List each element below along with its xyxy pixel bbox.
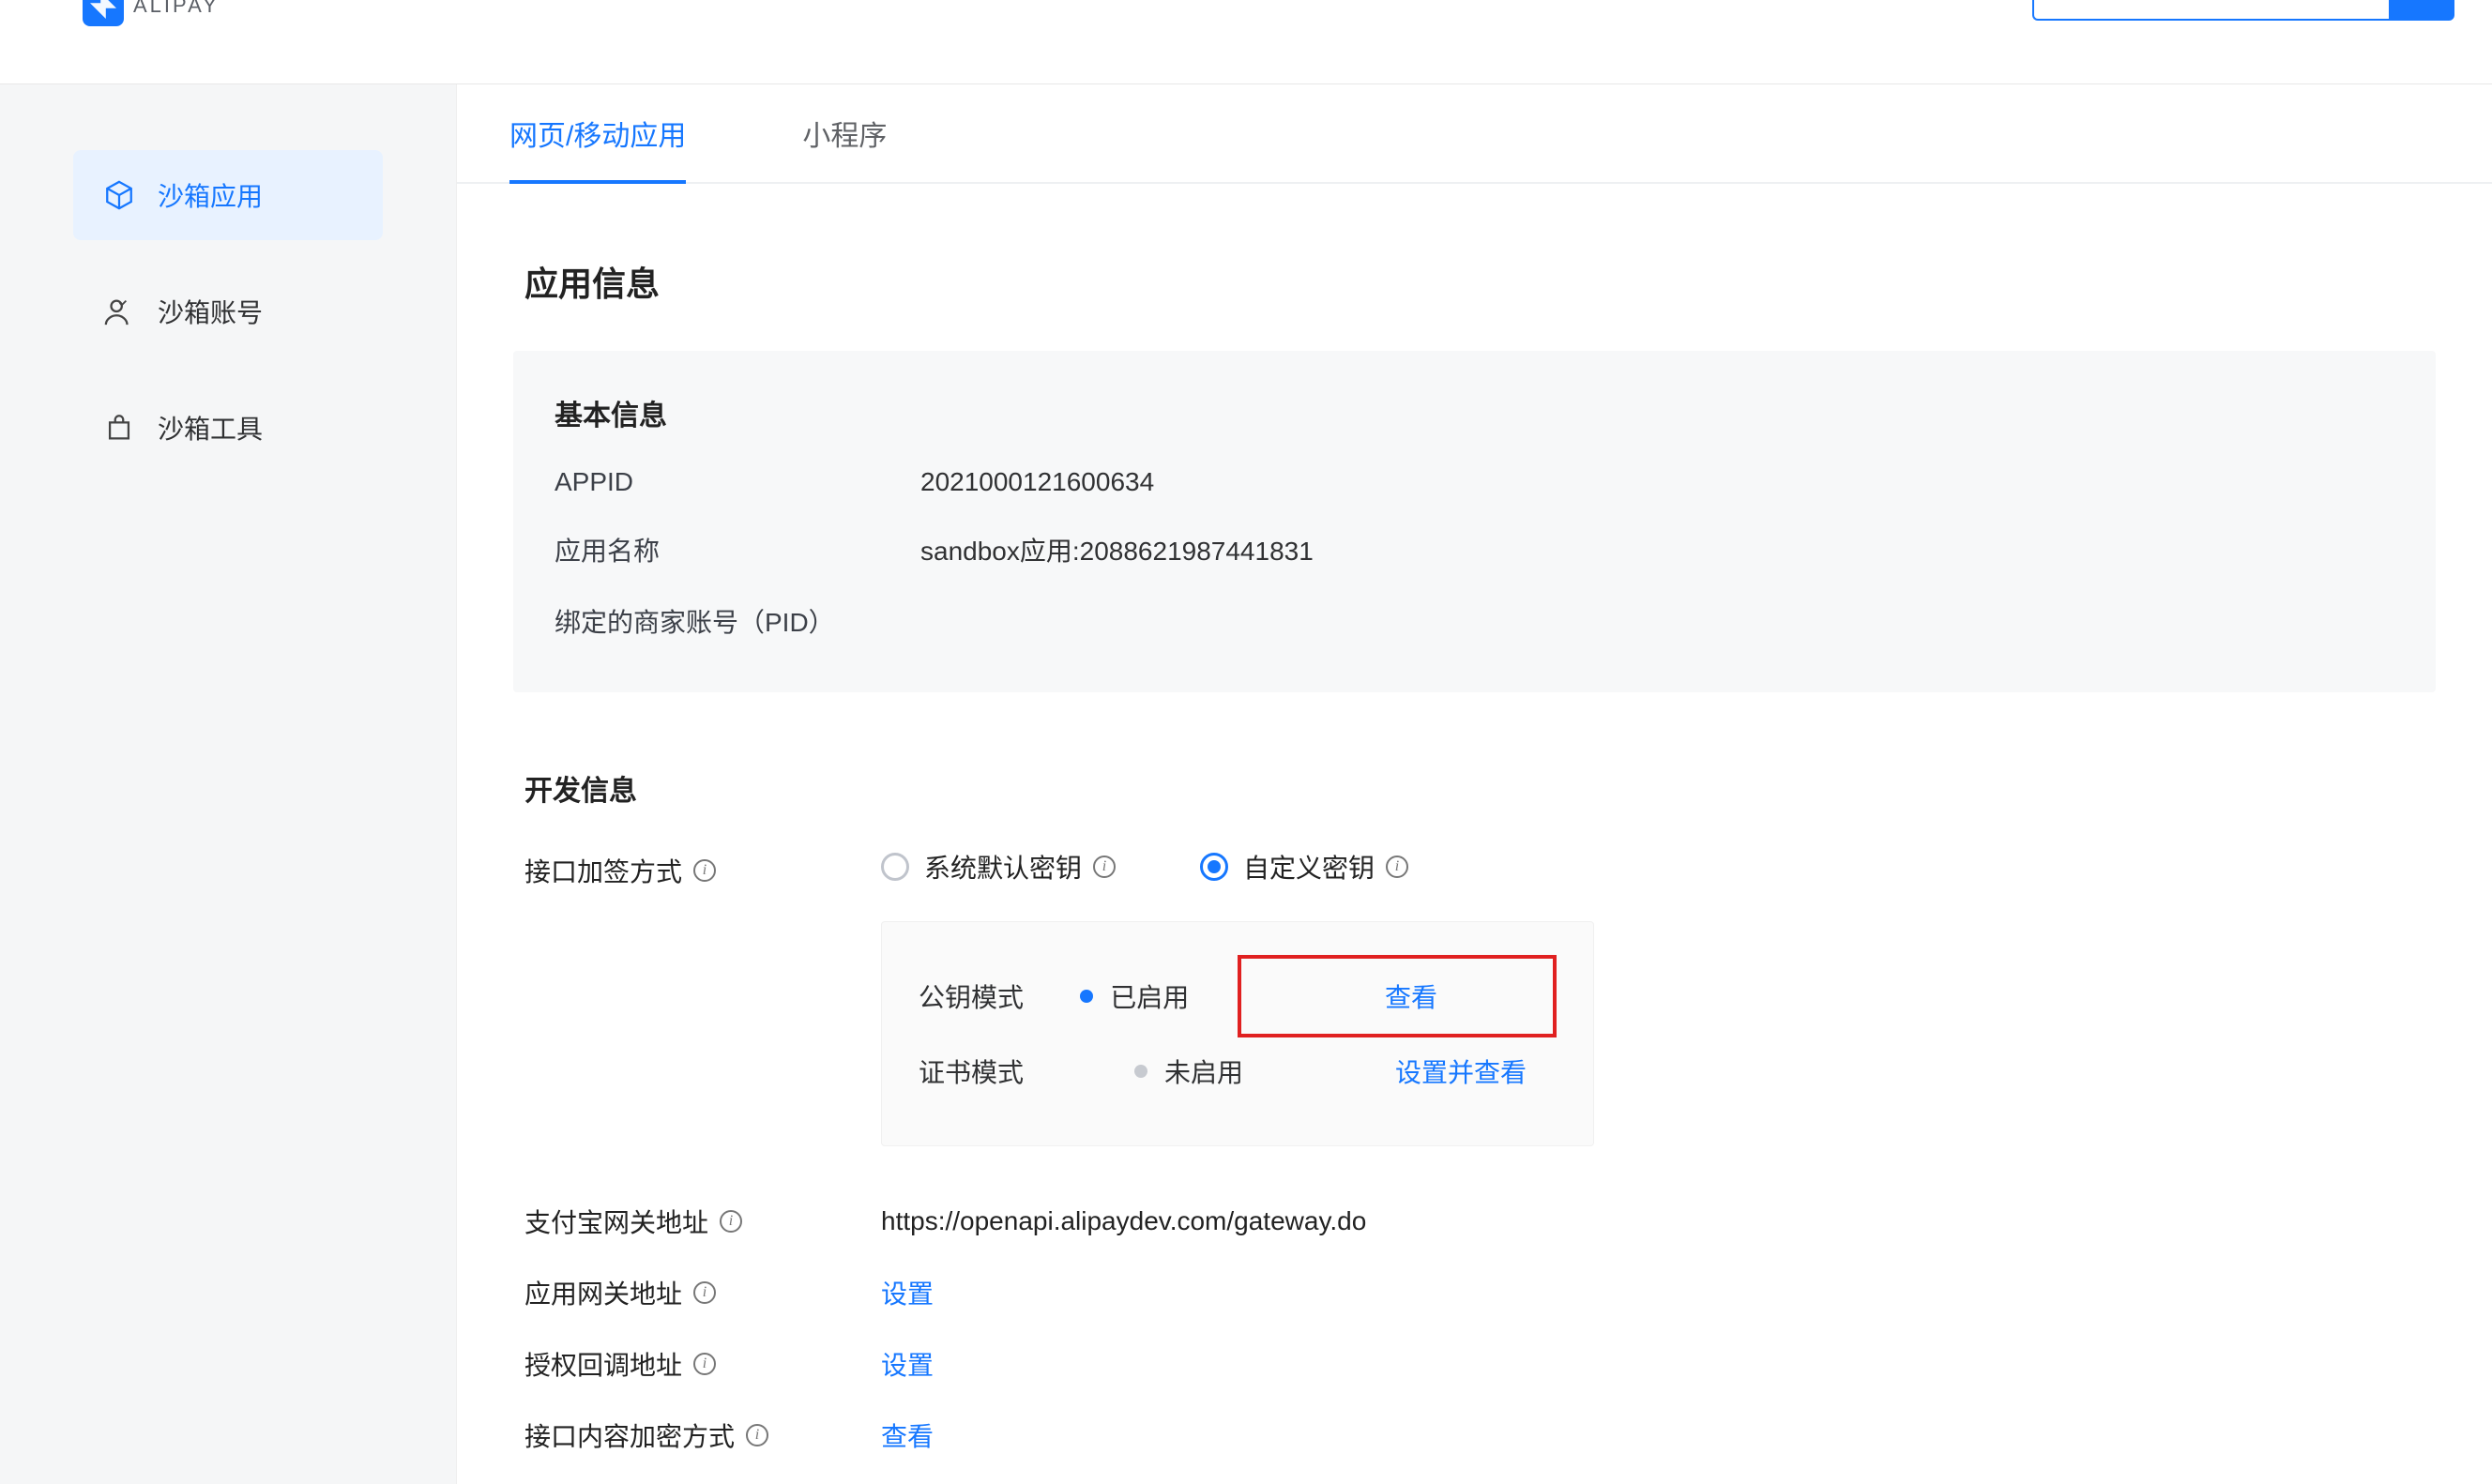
key-mode-card: 公钥模式 已启用 查看 证书模式 <box>881 921 1594 1146</box>
alipay-gateway-value: https://openapi.alipaydev.com/gateway.do <box>881 1206 1366 1236</box>
sidebar-item-sandbox-tools[interactable]: 沙箱工具 <box>73 383 383 473</box>
basic-info-card: 基本信息 APPID 2021000121600634 应用名称 sandbox… <box>513 351 2436 692</box>
info-icon[interactable]: i <box>693 1353 716 1375</box>
brand-logo: ALIPAY <box>83 0 220 26</box>
status-dot-enabled-icon <box>1080 990 1093 1003</box>
info-icon[interactable]: i <box>720 1210 742 1233</box>
view-highlight-box: 查看 <box>1238 955 1557 1037</box>
dev-info-title: 开发信息 <box>513 767 2436 809</box>
appid-label: APPID <box>555 467 920 497</box>
search-input[interactable] <box>2032 0 2389 21</box>
logo-text: ALIPAY <box>133 0 220 18</box>
logo-icon <box>83 0 124 26</box>
info-icon[interactable]: i <box>1093 856 1116 878</box>
status-dot-disabled-icon <box>1134 1065 1147 1078</box>
top-search <box>2032 0 2454 21</box>
tab-bar: 网页/移动应用 小程序 <box>457 79 2492 184</box>
tab-web-mobile[interactable]: 网页/移动应用 <box>509 79 686 182</box>
encrypt-view-link[interactable]: 查看 <box>881 1416 934 1454</box>
set-and-view-cert-link[interactable]: 设置并查看 <box>1367 1043 1555 1099</box>
auth-callback-label: 授权回调地址 <box>524 1345 682 1383</box>
public-key-label: 公钥模式 <box>919 977 1080 1015</box>
radio-icon <box>1200 853 1228 881</box>
sidebar-item-label: 沙箱工具 <box>158 409 263 447</box>
radio-icon <box>881 853 909 881</box>
app-name-value: sandbox应用:2088621987441831 <box>920 531 1314 568</box>
info-icon[interactable]: i <box>693 859 716 882</box>
appid-value: 2021000121600634 <box>920 467 1154 497</box>
radio-custom-key[interactable]: 自定义密钥 i <box>1200 848 1408 886</box>
sign-method-radio-group: 系统默认密钥 i 自定义密钥 i <box>881 848 1493 886</box>
bag-icon <box>103 412 135 444</box>
sidebar-item-label: 沙箱应用 <box>158 176 263 214</box>
cert-mode-label: 证书模式 <box>919 1052 1134 1090</box>
search-button[interactable] <box>2389 0 2454 21</box>
info-icon[interactable]: i <box>693 1281 716 1304</box>
user-icon <box>103 295 135 327</box>
app-gateway-label: 应用网关地址 <box>524 1274 682 1311</box>
app-gateway-set-link[interactable]: 设置 <box>881 1274 934 1311</box>
alipay-gateway-label: 支付宝网关地址 <box>524 1203 708 1240</box>
status-enabled: 已启用 <box>1110 977 1189 1015</box>
pid-label: 绑定的商家账号（PID） <box>555 602 920 640</box>
sidebar: 沙箱应用 沙箱账号 沙箱工具 <box>0 84 456 1484</box>
info-icon[interactable]: i <box>1386 856 1408 878</box>
section-title-app-info: 应用信息 <box>524 257 2492 306</box>
sign-method-label: 接口加签方式 <box>524 852 682 889</box>
basic-info-title: 基本信息 <box>555 392 2394 433</box>
tab-miniapp[interactable]: 小程序 <box>802 79 887 182</box>
header-bar: ALIPAY <box>0 0 2492 84</box>
encrypt-method-label: 接口内容加密方式 <box>524 1416 735 1454</box>
status-disabled: 未启用 <box>1164 1052 1243 1090</box>
info-icon[interactable]: i <box>746 1424 768 1446</box>
main-content: 网页/移动应用 小程序 应用信息 基本信息 APPID 202100012160… <box>456 84 2492 1484</box>
view-public-key-link[interactable]: 查看 <box>1303 968 1519 1024</box>
app-name-label: 应用名称 <box>555 531 920 568</box>
cube-icon <box>103 179 135 211</box>
sidebar-item-sandbox-app[interactable]: 沙箱应用 <box>73 150 383 240</box>
sidebar-item-label: 沙箱账号 <box>158 293 263 330</box>
radio-default-key[interactable]: 系统默认密钥 i <box>881 848 1116 886</box>
sidebar-item-sandbox-account[interactable]: 沙箱账号 <box>73 266 383 356</box>
auth-callback-set-link[interactable]: 设置 <box>881 1345 934 1383</box>
